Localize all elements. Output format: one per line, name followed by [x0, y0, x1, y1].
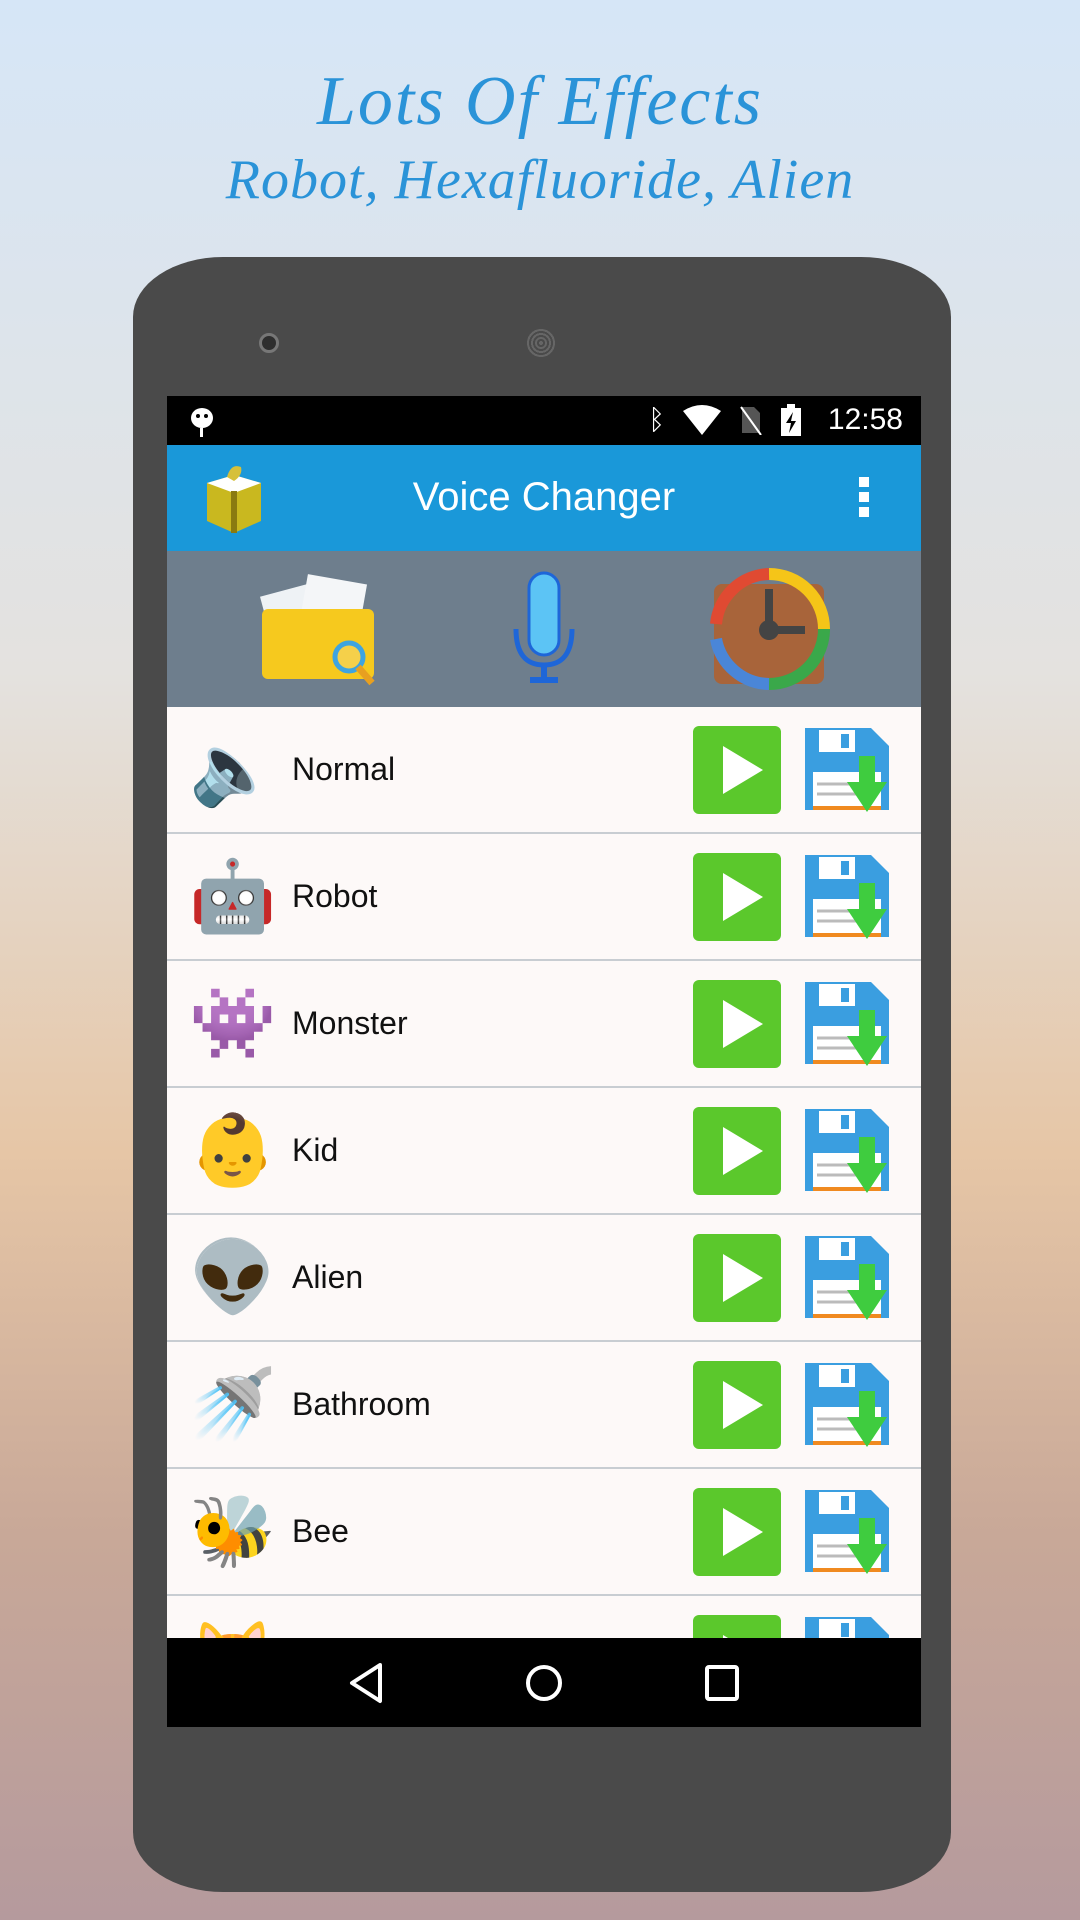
effect-row[interactable]: 👾 Monster	[167, 961, 921, 1088]
effect-label: Robot	[292, 878, 378, 914]
speaker-icon: 🔈	[189, 730, 277, 808]
history-button[interactable]	[704, 564, 834, 694]
folder-search-button[interactable]	[254, 564, 384, 694]
save-download-icon[interactable]	[803, 1488, 891, 1576]
save-download-icon[interactable]	[803, 853, 891, 941]
play-button[interactable]	[693, 1361, 781, 1449]
effect-row[interactable]: 👶 Kid	[167, 1088, 921, 1215]
play-button[interactable]	[693, 726, 781, 814]
clock: 12:58	[827, 403, 903, 436]
effect-row[interactable]: 🐝 Bee	[167, 1469, 921, 1596]
wifi-icon	[683, 405, 721, 435]
play-button[interactable]	[693, 1234, 781, 1322]
effect-row[interactable]: 🚿 Bathroom	[167, 1342, 921, 1469]
play-button[interactable]	[693, 853, 781, 941]
app-title: Voice Changer	[412, 475, 676, 519]
effect-label: Normal	[292, 751, 396, 787]
effect-row[interactable]: 🤖 Robot	[167, 834, 921, 961]
back-icon[interactable]	[346, 1661, 386, 1705]
speaker-grille-icon	[526, 328, 556, 358]
record-button[interactable]	[479, 564, 609, 694]
effect-label: Kid	[292, 1132, 339, 1168]
effect-label: Bee	[292, 1513, 349, 1549]
recents-icon[interactable]	[702, 1661, 742, 1705]
shower-icon: 🚿	[189, 1365, 277, 1443]
play-button[interactable]	[693, 980, 781, 1068]
effects-list: 🔈 Normal 🤖 Robot 👾 Monster 👶 Kid 👽 Alien…	[167, 707, 921, 1723]
promo-subtitle: Robot, Hexafluoride, Alien	[225, 149, 855, 211]
save-download-icon[interactable]	[803, 1361, 891, 1449]
robot-icon: 🤖	[189, 857, 277, 935]
microphone-icon	[513, 571, 575, 683]
folder-search-icon	[260, 574, 375, 686]
app-bar: Voice Changer	[167, 445, 921, 551]
effect-label: Alien	[292, 1259, 364, 1295]
status-bar: ᛒ 12:58	[167, 396, 921, 445]
monster-icon: 👾	[189, 984, 277, 1062]
baby-icon: 👶	[189, 1111, 277, 1189]
promo-title: Lots Of Effects	[316, 63, 764, 140]
effect-row[interactable]: 🔈 Normal	[167, 707, 921, 834]
effect-label: Monster	[292, 1005, 408, 1041]
save-download-icon[interactable]	[803, 726, 891, 814]
play-button[interactable]	[693, 1107, 781, 1195]
bluetooth-icon: ᛒ	[648, 404, 665, 435]
play-button[interactable]	[693, 1488, 781, 1576]
home-icon[interactable]	[524, 1661, 564, 1705]
overflow-menu-icon[interactable]	[859, 477, 871, 522]
effect-row[interactable]: 👽 Alien	[167, 1215, 921, 1342]
screen: ᛒ 12:58 Voice Changer 🔈 Normal 🤖 Robot 👾…	[167, 396, 921, 1727]
battery-charging-icon	[781, 404, 801, 436]
toolbar	[167, 551, 921, 707]
effect-label: Bathroom	[292, 1386, 431, 1422]
navigation-bar	[167, 1638, 921, 1727]
save-download-icon[interactable]	[803, 1234, 891, 1322]
camera-icon	[259, 333, 279, 353]
alien-icon: 👽	[189, 1238, 277, 1316]
save-download-icon[interactable]	[803, 980, 891, 1068]
no-sim-icon	[740, 406, 762, 435]
save-download-icon[interactable]	[803, 1107, 891, 1195]
android-icon	[191, 408, 213, 437]
music-history-icon	[709, 568, 830, 690]
bee-icon: 🐝	[189, 1492, 277, 1570]
